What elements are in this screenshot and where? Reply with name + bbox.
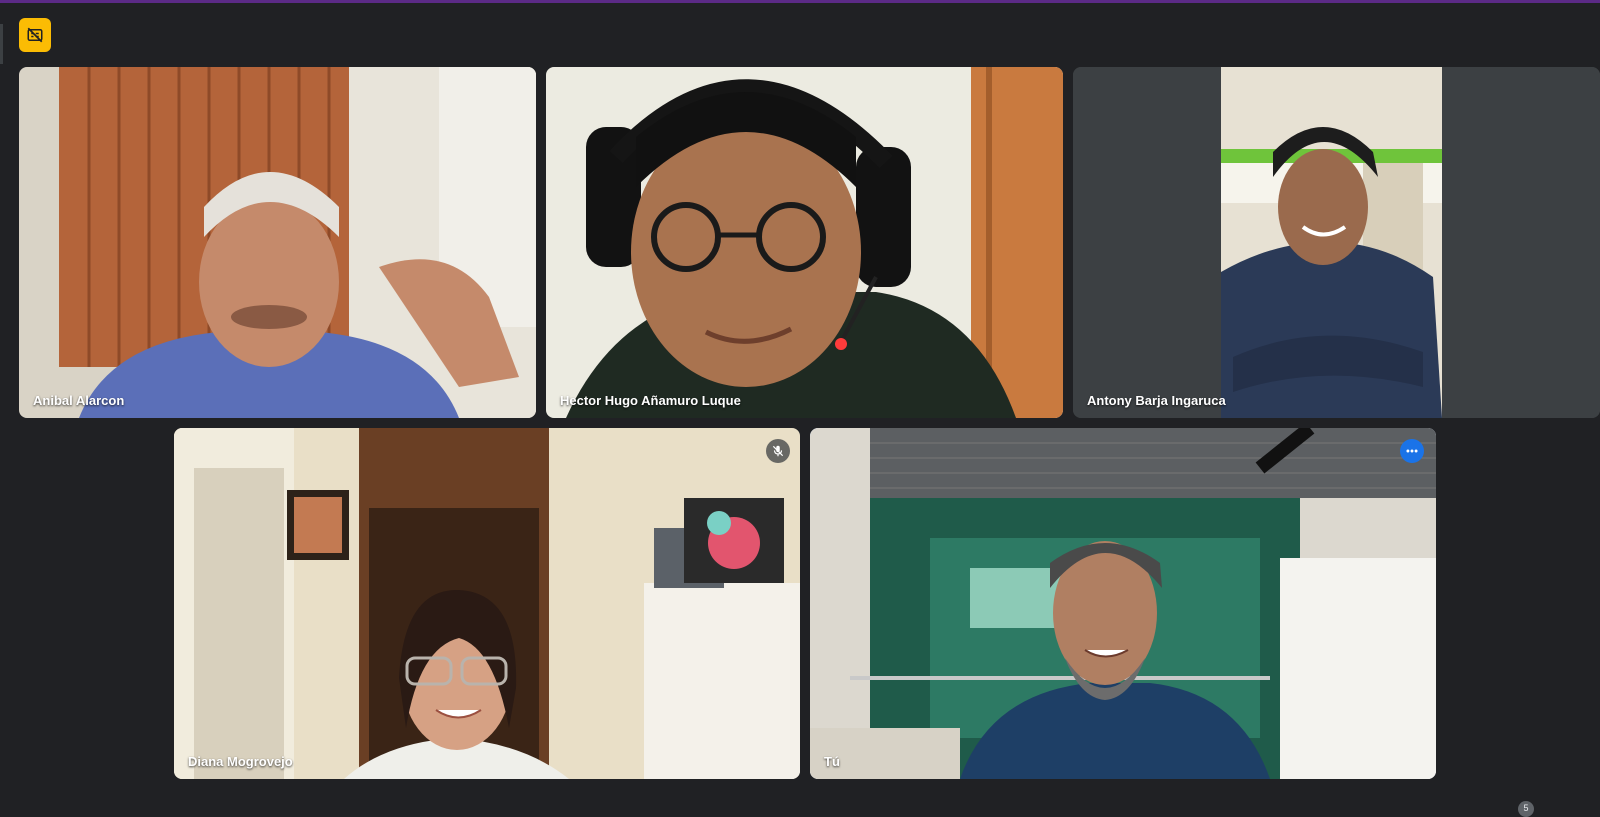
participant-video: [19, 67, 536, 418]
participant-tile-antony[interactable]: Antony Barja Ingaruca: [1073, 67, 1600, 418]
participant-name: Antony Barja Ingaruca: [1087, 393, 1226, 408]
participant-tile-self[interactable]: Tú: [810, 428, 1436, 779]
participant-video: [810, 428, 1436, 779]
participant-name: Tú: [824, 754, 840, 769]
participant-count-badge: 5: [1518, 801, 1534, 817]
top-accent-bar: [0, 0, 1600, 3]
participant-video: [546, 67, 1063, 418]
mic-muted-indicator: [766, 439, 790, 463]
participant-video: [174, 428, 800, 779]
participant-tile-anibal[interactable]: Anibal Alarcon: [19, 67, 536, 418]
participant-tile-hector[interactable]: Hector Hugo Añamuro Luque: [546, 67, 1063, 418]
captions-off-button[interactable]: [19, 18, 51, 52]
mic-off-icon: [772, 445, 784, 457]
participant-name: Anibal Alarcon: [33, 393, 125, 408]
more-options-button[interactable]: [1400, 439, 1424, 463]
participant-video: [1073, 67, 1600, 418]
captions-off-icon: [27, 27, 43, 43]
participant-name: Hector Hugo Añamuro Luque: [560, 393, 741, 408]
participant-tile-diana[interactable]: Diana Mogrovejo: [174, 428, 800, 779]
left-edge-handle: [0, 24, 3, 64]
more-horizontal-icon: [1406, 449, 1418, 453]
participant-name: Diana Mogrovejo: [188, 754, 293, 769]
